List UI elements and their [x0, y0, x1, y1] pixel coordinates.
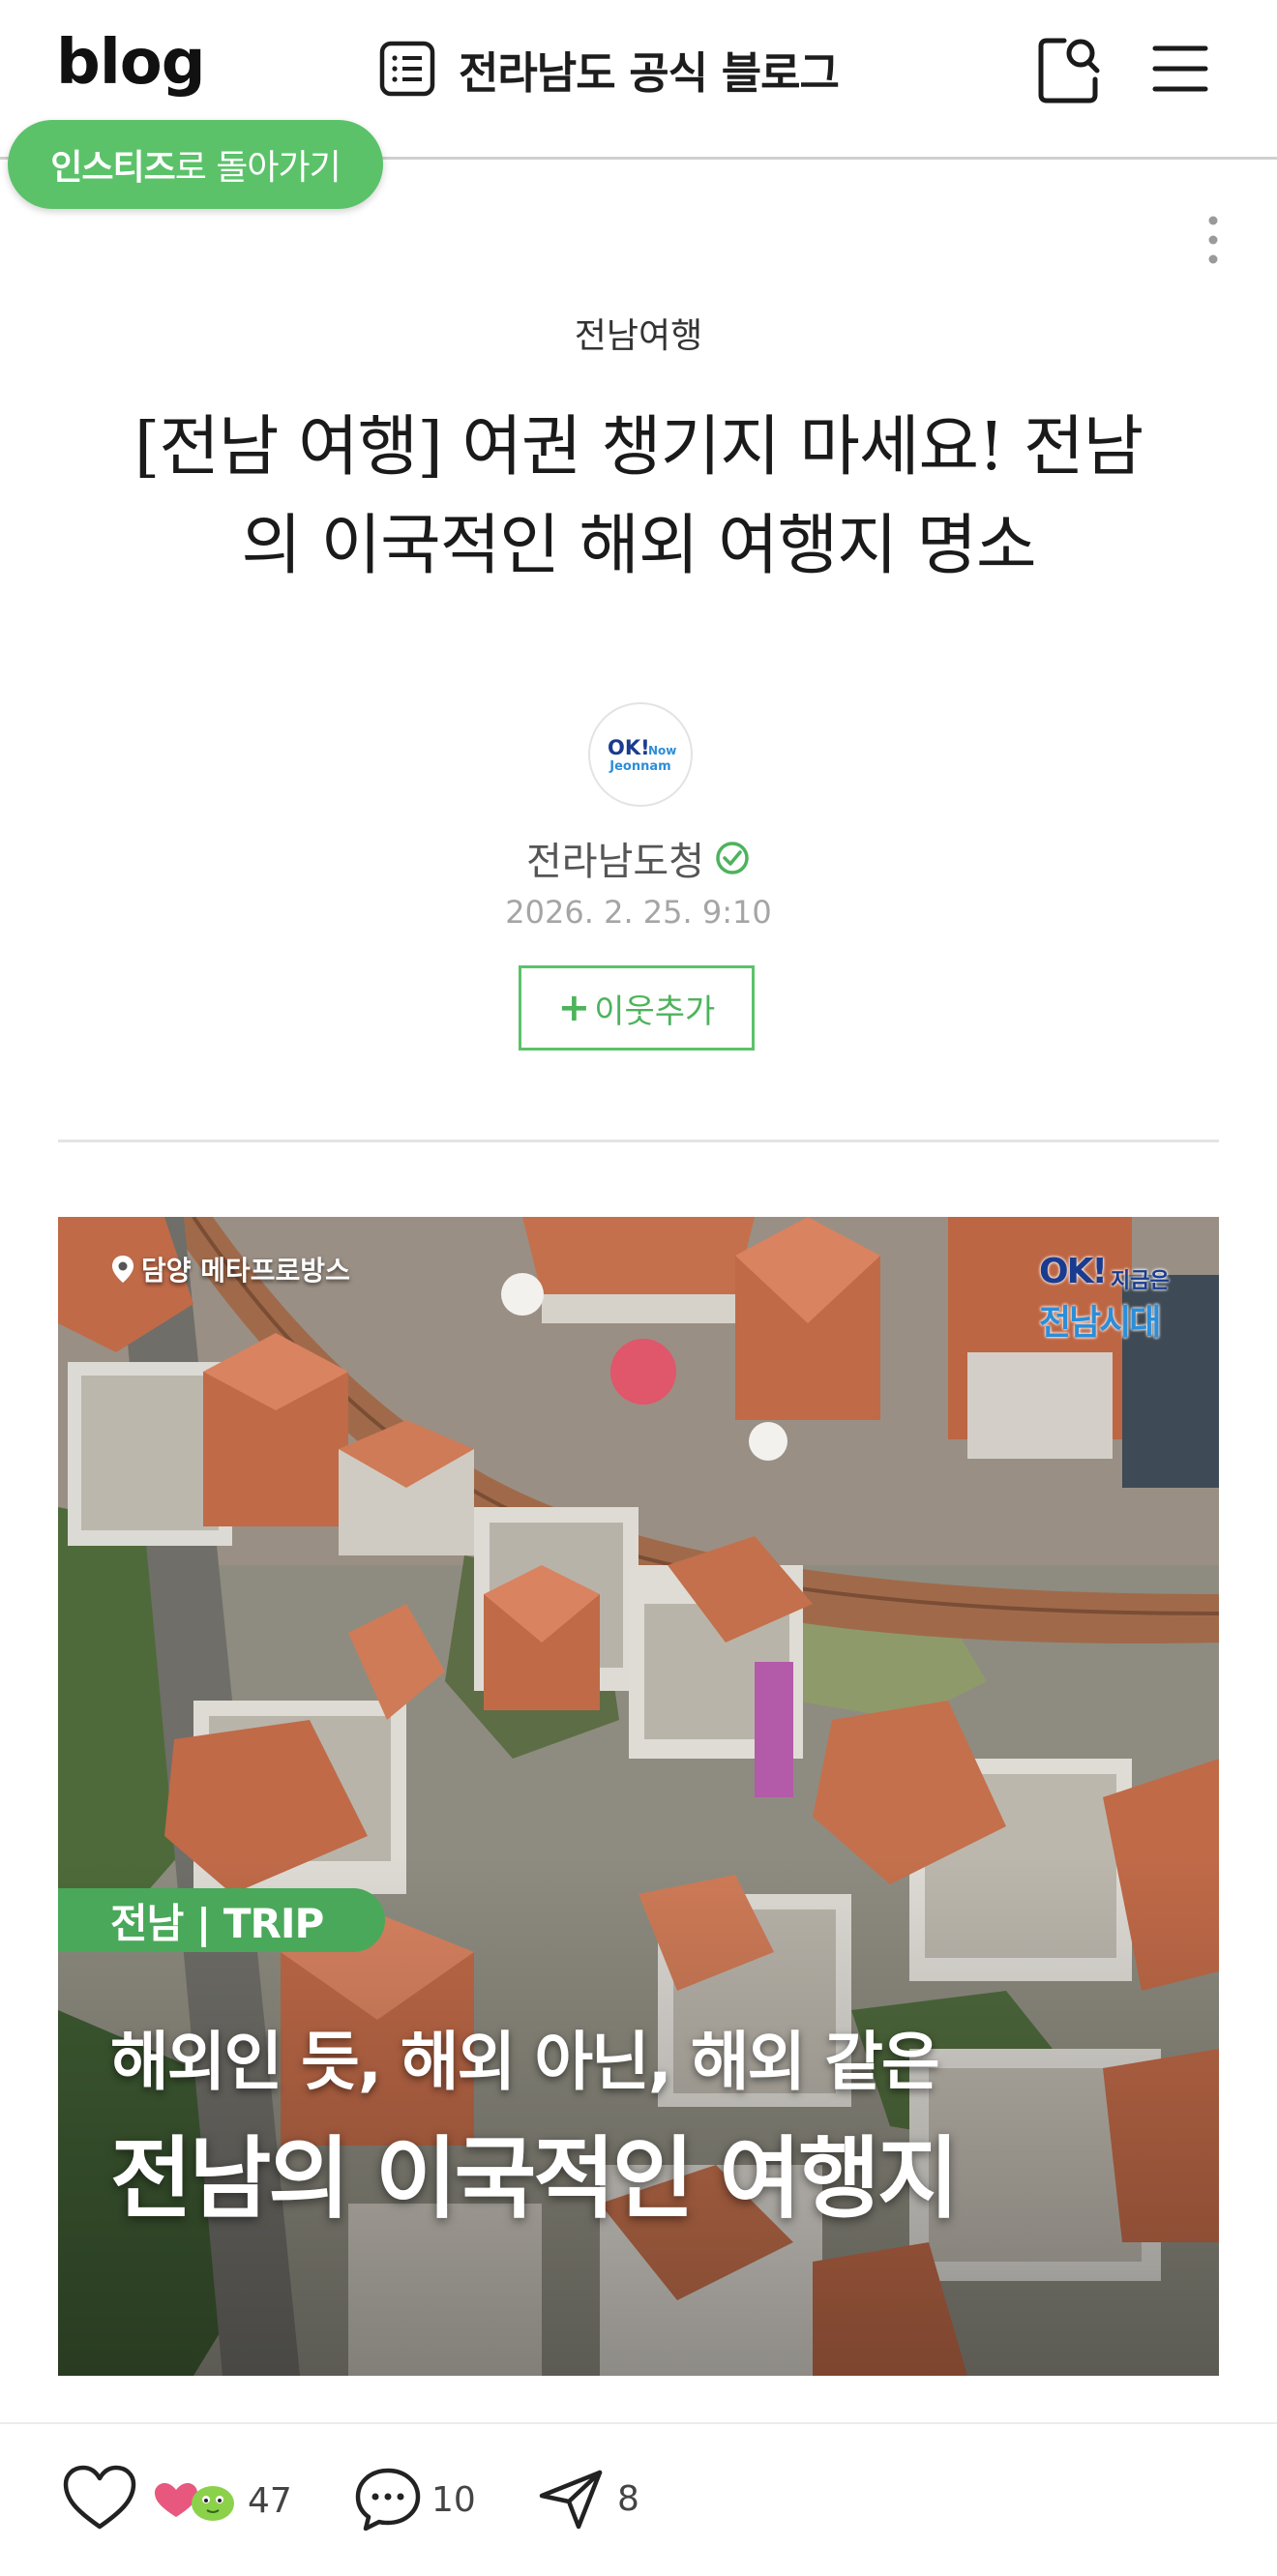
logo-now-text: 지금은 — [1111, 1269, 1170, 1293]
menu-icon[interactable] — [1151, 37, 1209, 101]
more-options-icon[interactable] — [1196, 211, 1231, 269]
heart-icon — [63, 2465, 136, 2530]
location-pin-icon — [112, 1256, 134, 1283]
location-label: 담양 메타프로방스 — [110, 1250, 350, 1288]
logo-ok-text: OK! — [1039, 1252, 1108, 1291]
blog-name: 전라남도 공식 블로그 — [459, 46, 840, 99]
like-count: 47 — [248, 2480, 292, 2521]
like-button[interactable] — [60, 2463, 139, 2532]
back-pill-text: 로 돌아가기 — [174, 148, 342, 188]
back-to-instiz-button[interactable]: 인스티즈 로 돌아가기 — [8, 120, 383, 209]
svg-text:Now: Now — [648, 744, 676, 757]
back-pill-site: 인스티즈 — [50, 148, 175, 188]
share-button[interactable]: 8 — [538, 2467, 639, 2531]
share-count: 8 — [617, 2478, 639, 2519]
search-icon[interactable] — [1035, 33, 1103, 106]
hero-headline: 전남의 이국적인 여행지 — [110, 2127, 959, 2231]
post-title: [전남 여행] 여권 챙기지 마세요! 전남 의 이국적인 해외 여행지 명소 — [58, 399, 1219, 596]
author-avatar[interactable]: OK! Now Jeonnam — [588, 702, 693, 807]
comment-count: 10 — [431, 2479, 476, 2520]
comment-button[interactable]: 10 — [352, 2465, 476, 2534]
hero-image[interactable]: 담양 메타프로방스 OK! 지금은 전남시대 전남 | TRIP 해외인 듯, … — [58, 1217, 1219, 2376]
comment-icon — [355, 2468, 421, 2532]
list-icon — [379, 41, 435, 97]
ok-jeonnam-logo: OK! 지금은 전남시대 — [1039, 1252, 1194, 1343]
trip-tag: 전남 | TRIP — [58, 1888, 385, 1952]
blog-logo[interactable]: blog — [56, 27, 206, 99]
author-name[interactable]: 전라남도청 — [526, 830, 704, 886]
reaction-count[interactable]: 47 — [153, 2478, 292, 2523]
hero-subtitle: 해외인 듯, 해외 아닌, 해외 같은 — [110, 2025, 940, 2099]
add-neighbor-label: 이웃추가 — [594, 992, 716, 1031]
post-title-line-2: 의 이국적인 해외 여행지 명소 — [241, 508, 1036, 584]
author-row[interactable]: 전라남도청 — [0, 830, 1277, 886]
send-icon — [539, 2470, 603, 2530]
post-category[interactable]: 전남여행 — [0, 308, 1277, 358]
blog-title-link[interactable]: 전라남도 공식 블로그 — [377, 35, 840, 103]
svg-text:OK!: OK! — [608, 736, 650, 759]
section-divider — [58, 1140, 1219, 1142]
post-date: 2026. 2. 25. 9:10 — [505, 894, 772, 931]
location-name: 담양 메타프로방스 — [141, 1255, 350, 1287]
reaction-emoji-icon — [155, 2483, 234, 2521]
post-title-line-1: [전남 여행] 여권 챙기지 마세요! 전남 — [134, 409, 1143, 486]
add-neighbor-button[interactable]: + 이웃추가 — [519, 965, 755, 1051]
verified-check-icon — [716, 842, 749, 874]
logo-era-text: 전남시대 — [1039, 1303, 1161, 1343]
reaction-bar: 47 10 8 — [0, 2422, 1277, 2576]
svg-text:Jeonnam: Jeonnam — [609, 759, 670, 774]
plus-icon: + — [557, 986, 591, 1030]
